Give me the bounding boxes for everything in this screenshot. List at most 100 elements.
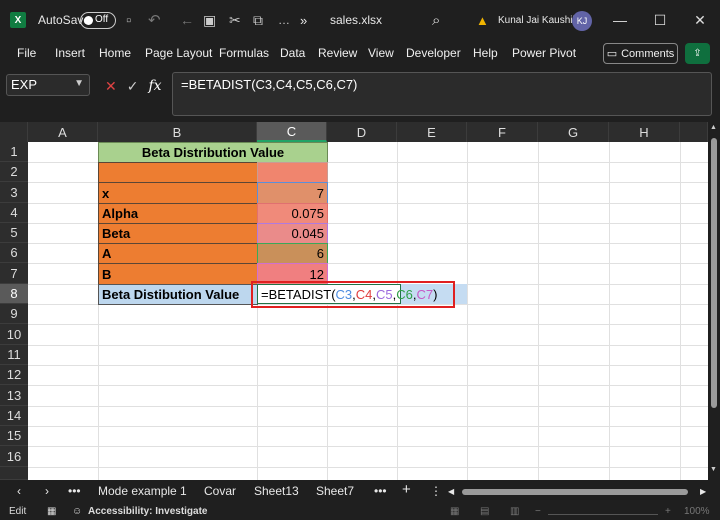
cell-c2[interactable] — [257, 162, 328, 183]
tab-home[interactable]: Home — [99, 46, 131, 60]
row-header-9[interactable]: 9 — [0, 304, 28, 324]
row-header-15[interactable]: 15 — [0, 426, 28, 446]
label-alpha[interactable]: Alpha — [98, 203, 258, 224]
overflow-button[interactable]: » — [300, 0, 307, 40]
tab-data[interactable]: Data — [280, 46, 305, 60]
label-x[interactable]: x — [98, 182, 258, 204]
search-icon[interactable]: ⌕ — [432, 0, 440, 40]
macro-icon[interactable]: ▦ — [47, 506, 56, 517]
sheet-tab-covar[interactable]: Covar — [204, 484, 236, 498]
chevron-down-icon[interactable]: ▼ — [74, 78, 84, 89]
row-header-4[interactable]: 4 — [0, 203, 28, 223]
column-header-e[interactable]: E — [397, 122, 467, 142]
back-icon[interactable]: ← — [180, 0, 194, 40]
row-header-12[interactable]: 12 — [0, 365, 28, 385]
undo-icon[interactable]: ↶ — [148, 0, 161, 40]
cancel-icon[interactable]: ✕ — [105, 78, 117, 95]
cut-icon[interactable]: ✂ — [229, 0, 241, 40]
zoom-level[interactable]: 100% — [684, 506, 710, 517]
comments-button[interactable]: ▭ Comments — [603, 43, 678, 64]
tab-split-icon[interactable]: ⋮ — [430, 484, 442, 498]
normal-view-icon[interactable]: ▦ — [450, 506, 459, 517]
row-header-1[interactable]: 1 — [0, 142, 28, 162]
row-header-8[interactable]: 8 — [0, 284, 28, 304]
more-sheets-icon[interactable]: ••• — [68, 484, 81, 498]
row-header-6[interactable]: 6 — [0, 243, 28, 263]
scroll-down-icon[interactable]: ▼ — [710, 466, 717, 473]
sheet-tab-mode-example[interactable]: Mode example 1 — [98, 484, 187, 498]
page-layout-icon[interactable]: ▤ — [480, 506, 489, 517]
select-all-corner[interactable] — [0, 122, 28, 142]
table-header[interactable]: Beta Distribution Value — [98, 142, 328, 163]
add-sheet-icon[interactable]: + — [402, 481, 411, 498]
prev-sheet-icon[interactable]: ‹ — [17, 484, 21, 498]
label-b[interactable]: B — [98, 263, 258, 285]
label-a[interactable]: A — [98, 243, 258, 264]
accessibility-status[interactable]: Accessibility: Investigate — [88, 506, 208, 517]
zoom-slider[interactable] — [548, 514, 658, 515]
insert-function-icon[interactable]: fx — [148, 78, 161, 94]
more-tabs-icon[interactable]: ••• — [374, 484, 387, 498]
hscroll-right-icon[interactable]: ▶ — [700, 487, 706, 496]
row-header-3[interactable]: 3 — [0, 182, 28, 203]
zoom-out-icon[interactable]: − — [535, 506, 541, 517]
row-header-10[interactable]: 10 — [0, 324, 28, 345]
copy-icon[interactable]: ⧉ — [253, 0, 263, 40]
row-header-16[interactable]: 16 — [0, 446, 28, 467]
name-box[interactable]: EXP ▼ — [6, 74, 90, 96]
tab-developer[interactable]: Developer — [406, 46, 461, 60]
page-break-icon[interactable]: ▥ — [510, 506, 519, 517]
avatar[interactable]: KJ — [572, 11, 592, 31]
column-header-g[interactable]: G — [538, 122, 609, 142]
column-header-h[interactable]: H — [609, 122, 680, 142]
row-header-13[interactable]: 13 — [0, 385, 28, 406]
column-header-b[interactable]: B — [98, 122, 257, 142]
tab-help[interactable]: Help — [473, 46, 498, 60]
paste-icon[interactable]: ▣ — [203, 0, 216, 40]
accessibility-icon[interactable]: ☺ — [72, 506, 82, 517]
value-c4[interactable]: 0.075 — [257, 203, 328, 224]
close-icon[interactable]: ✕ — [680, 0, 720, 40]
sheet-tab-sheet13[interactable]: Sheet13 — [254, 484, 299, 498]
tab-review[interactable]: Review — [318, 46, 357, 60]
column-header-f[interactable]: F — [467, 122, 538, 142]
row-header-11[interactable]: 11 — [0, 345, 28, 365]
row-header-14[interactable]: 14 — [0, 406, 28, 426]
column-header-d[interactable]: D — [327, 122, 397, 142]
document-title[interactable]: sales.xlsx — [330, 0, 382, 40]
minimize-icon[interactable]: — — [600, 0, 640, 40]
scroll-up-icon[interactable]: ▲ — [710, 124, 717, 131]
row-header-5[interactable]: 5 — [0, 223, 28, 243]
next-sheet-icon[interactable]: › — [45, 484, 49, 498]
tab-page-layout[interactable]: Page Layout — [145, 46, 212, 60]
column-header-c[interactable]: C — [257, 122, 327, 142]
horizontal-scrollbar-thumb[interactable] — [462, 489, 688, 495]
enter-icon[interactable]: ✓ — [127, 78, 139, 95]
vertical-scrollbar[interactable]: ▲ ▼ — [708, 122, 720, 480]
autosave-toggle[interactable]: Off — [80, 12, 116, 29]
user-name[interactable]: Kunal Jai Kaushik — [498, 0, 578, 40]
scrollbar-thumb[interactable] — [711, 138, 717, 408]
value-c6[interactable]: 6 — [257, 243, 328, 264]
tab-insert[interactable]: Insert — [55, 46, 85, 60]
tab-formulas[interactable]: Formulas — [219, 46, 269, 60]
cell-b2[interactable] — [98, 162, 258, 183]
value-c3[interactable]: 7 — [257, 182, 328, 204]
formula-input[interactable]: =BETADIST(C3,C4,C5,C6,C7) — [172, 72, 712, 116]
worksheet-grid[interactable]: A B C D E F G H 1 2 3 4 5 6 7 8 9 10 11 … — [0, 122, 708, 480]
result-label[interactable]: Beta Distibution Value — [98, 284, 258, 305]
maximize-icon[interactable]: ☐ — [640, 0, 680, 40]
label-beta[interactable]: Beta — [98, 223, 258, 244]
row-header-2[interactable]: 2 — [0, 162, 28, 182]
tab-view[interactable]: View — [368, 46, 394, 60]
save-icon[interactable]: ▫ — [126, 0, 131, 40]
tab-file[interactable]: File — [17, 46, 36, 60]
row-header-7[interactable]: 7 — [0, 263, 28, 284]
share-button[interactable]: ⇪ — [685, 43, 710, 64]
value-c5[interactable]: 0.045 — [257, 223, 328, 244]
more-icon[interactable]: … — [278, 0, 290, 40]
tab-power-pivot[interactable]: Power Pivot — [512, 46, 576, 60]
hscroll-left-icon[interactable]: ◀ — [448, 487, 454, 496]
column-header-a[interactable]: A — [28, 122, 98, 142]
sheet-tab-sheet7[interactable]: Sheet7 — [316, 484, 354, 498]
